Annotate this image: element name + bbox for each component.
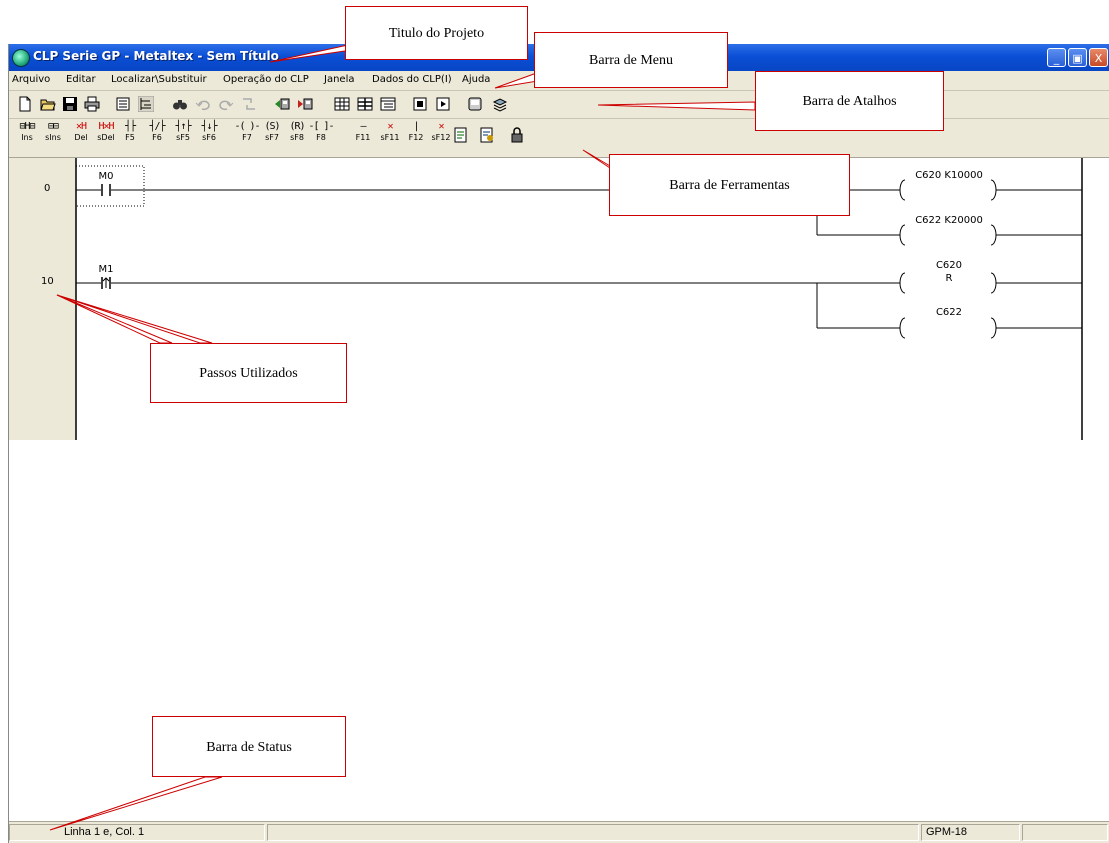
function-block-icon: -[ ]- xyxy=(308,121,334,132)
shortcut-key-label: sF12 xyxy=(431,133,451,142)
ladder-tool-sf12-button[interactable]: ✕ sF12 xyxy=(427,121,455,151)
restore-button[interactable]: ▣ xyxy=(1068,48,1087,67)
ladder-tool-sf11-button[interactable]: ✕ sF11 xyxy=(376,121,404,151)
falling-edge-contact-icon: ┤↓├ xyxy=(201,121,217,132)
delete-horizontal-line-icon: ✕ xyxy=(387,121,393,132)
coil-sublabel: R xyxy=(946,273,953,284)
shortcut-key-label: sF5 xyxy=(176,133,190,142)
menu-janela[interactable]: Janela xyxy=(324,74,354,85)
shortcut-key-label: sF7 xyxy=(265,133,279,142)
menu-operacao[interactable]: Operação do CLP xyxy=(223,74,309,85)
ladder-tool-f5-button[interactable]: ┤├ F5 xyxy=(116,121,144,151)
callout-ferramentas: Barra de Ferramentas xyxy=(609,154,850,216)
new-file-icon[interactable] xyxy=(17,96,33,112)
shortcut-toolbar xyxy=(9,91,1109,119)
shortcut-key-label: F8 xyxy=(316,133,326,142)
callout-titulo: Titulo do Projeto xyxy=(345,6,528,60)
ladder-tool-f8-button[interactable]: -[ ]- F8 xyxy=(307,121,335,151)
find-icon[interactable] xyxy=(172,96,188,112)
monitor-icon[interactable] xyxy=(115,96,131,112)
window-title: CLP Serie GP - Metaltex - Sem Título xyxy=(33,49,279,63)
ladder-tool-sins-button[interactable]: ⊟⊟ sIns xyxy=(39,121,67,151)
menu-arquivo[interactable]: Arquivo xyxy=(12,74,50,85)
minimize-button[interactable]: _ xyxy=(1047,48,1066,67)
ladder-tool-f11-button[interactable]: — F11 xyxy=(349,121,377,151)
coil-label: C620 xyxy=(936,260,962,271)
coil-label: C622 xyxy=(936,307,962,318)
horizontal-line-icon: — xyxy=(360,121,366,132)
write-plc-icon[interactable] xyxy=(297,96,313,112)
print-icon[interactable] xyxy=(84,96,100,112)
status-position: Linha 1 e, Col. 1 xyxy=(9,824,265,841)
shortcut-key-label: sF11 xyxy=(380,133,400,142)
ladder-tool-f6-button[interactable]: ┤/├ F6 xyxy=(143,121,171,151)
save-disk-icon[interactable] xyxy=(62,96,78,112)
list-icon[interactable] xyxy=(380,96,396,112)
ladder-tool-f7-button[interactable]: -( )- F7 xyxy=(233,121,261,151)
callout-passos: Passos Utilizados xyxy=(150,343,347,403)
delete-line-icon: ✕H xyxy=(75,121,87,132)
shortcut-key-label: Del xyxy=(74,133,88,142)
lock-icon[interactable] xyxy=(509,127,525,143)
undo-icon[interactable] xyxy=(195,96,211,112)
ladder-tool-del-button[interactable]: ✕H Del xyxy=(67,121,95,151)
stop-icon[interactable] xyxy=(412,96,428,112)
rising-edge-icon xyxy=(102,277,110,288)
replace-icon[interactable] xyxy=(241,96,257,112)
ladder-tool-ins-button[interactable]: ⊟H⊟ Ins xyxy=(13,121,41,151)
shortcut-key-label: F6 xyxy=(152,133,162,142)
redo-icon[interactable] xyxy=(218,96,234,112)
status-bar: Linha 1 e, Col. 1 GPM-18 xyxy=(9,821,1109,843)
contact-label: M0 xyxy=(99,171,114,182)
status-message xyxy=(267,824,919,841)
delete-vertical-line-icon: ✕ xyxy=(438,121,444,132)
contact-label: M1 xyxy=(99,264,114,275)
device-icon[interactable] xyxy=(467,96,483,112)
status-model: GPM-18 xyxy=(921,824,1020,841)
comment-icon[interactable] xyxy=(479,127,495,143)
shortcut-key-label: sF6 xyxy=(202,133,216,142)
set-coil-icon: (S) xyxy=(264,121,280,132)
shortcut-key-label: F7 xyxy=(242,133,252,142)
nc-contact-icon: ┤/├ xyxy=(149,121,165,132)
insert-column-icon: ⊟⊟ xyxy=(47,121,59,132)
callout-menu: Barra de Menu xyxy=(534,32,728,88)
status-extra xyxy=(1022,824,1108,841)
menu-ajuda[interactable]: Ajuda xyxy=(462,74,490,85)
shortcut-key-label: F12 xyxy=(408,133,424,142)
app-globe-icon xyxy=(12,49,30,67)
vertical-line-icon: | xyxy=(413,121,419,132)
table-icon[interactable] xyxy=(334,96,350,112)
ladder-toolbar: ⊟H⊟ Ins ⊟⊟ sIns ✕H Del H✕H sDel ┤├ F5 ┤/├ F6 ┤↑├ sF5 ┤… xyxy=(9,119,1109,158)
menu-localizar[interactable]: Localizar\Substituir xyxy=(111,74,207,85)
shortcut-key-label: sIns xyxy=(45,133,61,142)
ladder-tool-sf6-button[interactable]: ┤↓├ sF6 xyxy=(195,121,223,151)
close-button[interactable]: X xyxy=(1089,48,1108,67)
compile-icon[interactable] xyxy=(453,127,469,143)
open-folder-icon[interactable] xyxy=(40,96,56,112)
ladder-view-icon[interactable] xyxy=(138,96,154,112)
callout-atalhos: Barra de Atalhos xyxy=(755,71,944,131)
ladder-tool-sf5-button[interactable]: ┤↑├ sF5 xyxy=(169,121,197,151)
run-icon[interactable] xyxy=(435,96,451,112)
coil-label: C622 K20000 xyxy=(915,215,983,226)
shortcut-key-label: F5 xyxy=(125,133,135,142)
no-contact-icon: ┤├ xyxy=(124,121,136,132)
coil-label: C620 K10000 xyxy=(915,170,983,181)
columns-icon[interactable] xyxy=(357,96,373,112)
coil-icon: -( )- xyxy=(234,121,260,132)
ladder-tool-f12-button[interactable]: | F12 xyxy=(402,121,430,151)
read-plc-icon[interactable] xyxy=(274,96,290,112)
callout-status: Barra de Status xyxy=(152,716,346,777)
ladder-tool-sf7-button[interactable]: (S) sF7 xyxy=(258,121,286,151)
menu-dados[interactable]: Dados do CLP(I) xyxy=(372,74,452,85)
shortcut-key-label: F11 xyxy=(355,133,371,142)
rising-edge-contact-icon: ┤↑├ xyxy=(175,121,191,132)
shortcut-key-label: Ins xyxy=(21,133,33,142)
help-book-icon[interactable] xyxy=(492,96,508,112)
insert-line-icon: ⊟H⊟ xyxy=(19,121,35,132)
menu-editar[interactable]: Editar xyxy=(66,74,96,85)
